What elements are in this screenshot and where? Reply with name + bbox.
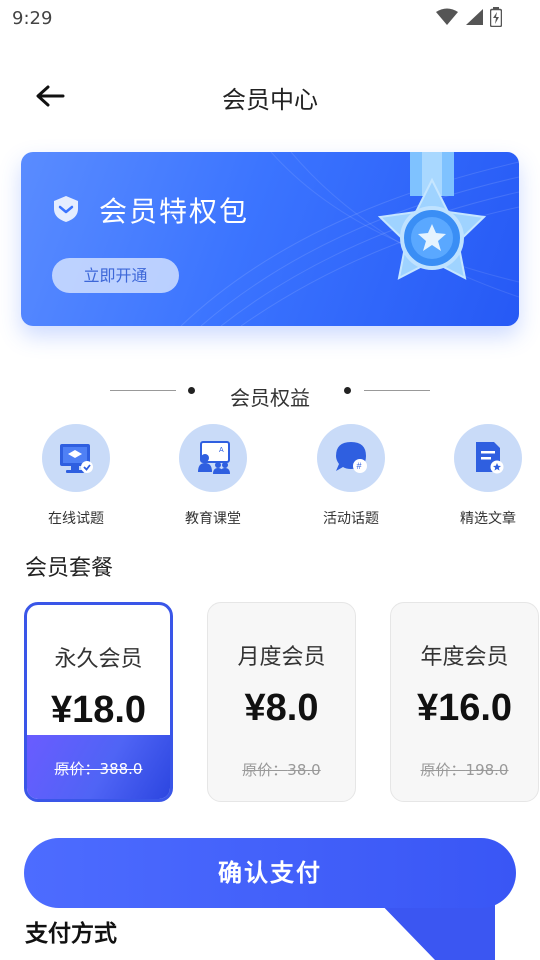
article-icon — [476, 442, 504, 474]
svg-text:#: # — [357, 461, 362, 471]
original-price-label: 原价： — [242, 761, 288, 779]
benefit-icon-circle: # — [317, 424, 385, 492]
payment-method-title: 支付方式 — [25, 921, 117, 947]
benefit-label: 在线试题 — [48, 511, 104, 527]
svg-text:A: A — [219, 447, 224, 454]
star-medal-icon — [377, 152, 487, 280]
status-time: 9:29 — [12, 8, 53, 29]
package-name: 月度会员 — [237, 645, 326, 670]
package-original-price: 原价：198.0 — [391, 759, 538, 780]
battery-icon — [490, 7, 502, 27]
benefits-title: 会员权益 — [230, 386, 310, 410]
original-price-value: 388.0 — [99, 760, 143, 778]
package-original-price: 原价：38.0 — [208, 759, 355, 780]
original-price-value: 198.0 — [465, 761, 509, 779]
original-price-value: 38.0 — [287, 761, 321, 779]
original-price-label: 原价： — [420, 761, 466, 779]
activate-now-button[interactable]: 立即开通 — [52, 258, 179, 293]
benefit-label: 教育课堂 — [185, 511, 241, 527]
wifi-icon — [436, 8, 458, 25]
benefit-classroom[interactable]: A 教育课堂 — [158, 424, 268, 528]
banner-title: 会员特权包 — [99, 195, 250, 228]
benefit-icon-circle — [42, 424, 110, 492]
online-test-icon — [60, 444, 93, 473]
package-card-monthly[interactable]: 月度会员 ¥8.0 原价：38.0 — [207, 602, 356, 802]
package-price: ¥16.0 — [416, 687, 513, 729]
package-original-price: 原价：388.0 — [27, 758, 170, 779]
status-icons — [436, 7, 502, 27]
page-title: 会员中心 — [222, 86, 318, 114]
package-price: ¥18.0 — [50, 689, 147, 731]
confirm-pay-button[interactable]: 确认支付 — [24, 838, 516, 908]
shield-icon — [54, 196, 78, 222]
benefit-article[interactable]: 精选文章 — [433, 424, 540, 528]
benefit-label: 精选文章 — [460, 511, 516, 527]
original-price-label: 原价： — [54, 760, 100, 778]
benefit-icon-circle: A — [179, 424, 247, 492]
benefit-topic[interactable]: # 活动话题 — [296, 424, 406, 528]
status-bar: 9:29 — [0, 0, 540, 36]
benefit-icon-circle — [454, 424, 522, 492]
package-card-lifetime[interactable]: 永久会员 ¥18.0 原价：388.0 — [24, 602, 173, 802]
benefit-online-test[interactable]: 在线试题 — [21, 424, 131, 528]
membership-banner: 会员特权包 立即开通 — [21, 152, 519, 326]
package-price: ¥8.0 — [244, 687, 319, 729]
packages-title: 会员套餐 — [25, 556, 114, 581]
topic-chat-icon: # — [336, 442, 367, 473]
package-name: 年度会员 — [420, 645, 509, 670]
classroom-icon: A — [198, 441, 230, 474]
signal-icon — [466, 9, 483, 25]
package-name: 永久会员 — [54, 647, 143, 672]
benefit-label: 活动话题 — [323, 511, 379, 527]
package-card-yearly[interactable]: 年度会员 ¥16.0 原价：198.0 — [390, 602, 539, 802]
